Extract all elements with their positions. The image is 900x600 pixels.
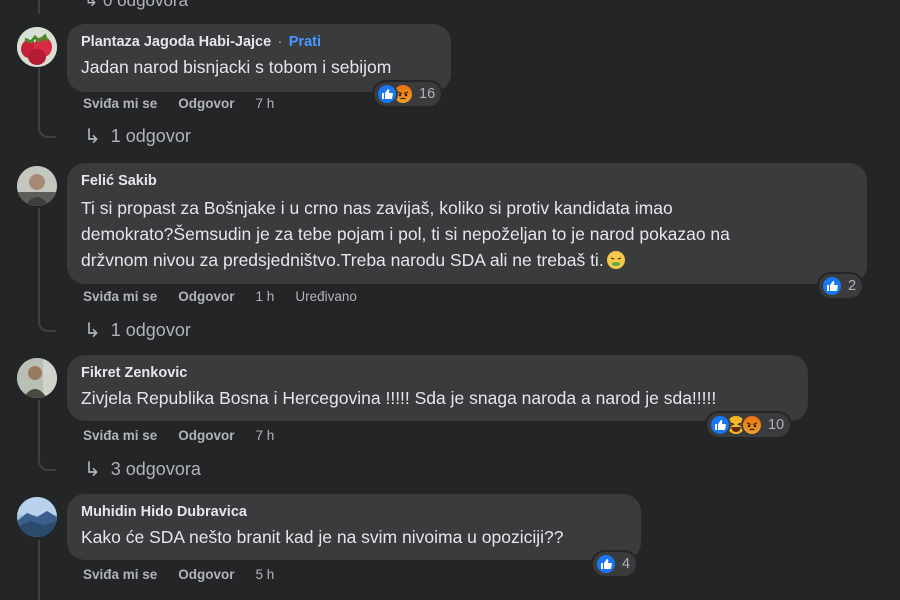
- replies-count: 1 odgovor: [110, 320, 191, 340]
- comment-bubble: Muhidin Hido Dubravica Kako će SDA nešto…: [67, 494, 641, 560]
- comment-actions: Sviđa mi se Odgovor 7 h: [83, 427, 295, 445]
- like-reaction-icon: [376, 83, 398, 105]
- reaction-summary[interactable]: 16: [374, 82, 442, 106]
- comment-text: Kako će SDA nešto branit kad je na svim …: [81, 527, 564, 547]
- person-avatar-icon: [17, 166, 57, 206]
- reaction-summary[interactable]: 10: [707, 413, 791, 437]
- thread-line: [38, 208, 40, 318]
- like-button[interactable]: Sviđa mi se: [83, 95, 157, 113]
- angry-reaction-icon: [741, 414, 763, 436]
- reaction-count: 16: [419, 86, 436, 102]
- reaction-count: 2: [848, 278, 857, 294]
- reply-button[interactable]: Odgovor: [178, 566, 234, 584]
- comment-text: Jadan narod bisnjacki s tobom i sebijom: [81, 57, 392, 77]
- comment-text-line: demokrato?Šemsudin je za tebe pojam i po…: [81, 224, 730, 244]
- comment-text: Zivjela Republika Bosna i Hercegovina !!…: [81, 388, 717, 408]
- separator-dot: ·: [277, 33, 283, 49]
- sick-face-emoji-icon: [606, 251, 625, 269]
- reaction-count: 4: [622, 556, 631, 572]
- thread-line: [38, 540, 40, 600]
- like-reaction-icon: [709, 414, 731, 436]
- comment-author[interactable]: Plantaza Jagoda Habi-Jajce: [81, 34, 271, 50]
- thread-line: [38, 68, 40, 124]
- like-button[interactable]: Sviđa mi se: [83, 427, 157, 445]
- reply-button[interactable]: Odgovor: [178, 95, 234, 113]
- view-replies-link[interactable]: ↳ 1 odgovor: [84, 124, 191, 149]
- reply-arrow-icon: ↳: [84, 459, 101, 481]
- reply-button[interactable]: Odgovor: [178, 288, 234, 306]
- comment-text-line: držvnom nivou za predsjedništvo.Treba na…: [81, 250, 604, 270]
- comment-author[interactable]: Muhidin Hido Dubravica: [81, 504, 247, 520]
- landscape-avatar-icon: [17, 497, 57, 537]
- timestamp[interactable]: 7 h: [256, 427, 275, 445]
- replies-count: 1 odgovor: [110, 126, 191, 146]
- comment-text-line: Ti si propast za Bošnjake i u crno nas z…: [81, 198, 673, 218]
- comment-bubble: Felić Sakib Ti si propast za Bošnjake i …: [67, 163, 867, 284]
- reaction-summary[interactable]: 2: [819, 274, 863, 298]
- reply-arrow-icon: ↳: [84, 126, 101, 148]
- reaction-count: 10: [768, 417, 785, 433]
- reply-arrow-icon: ↳: [84, 320, 101, 342]
- avatar[interactable]: [17, 497, 57, 537]
- thread-connector: [38, 318, 56, 332]
- previous-replies-link[interactable]: ↳ 0 odgovora: [84, 0, 188, 11]
- like-reaction-icon: [821, 275, 843, 297]
- comment-bubble: Fikret Zenkovic Zivjela Republika Bosna …: [67, 355, 808, 421]
- timestamp[interactable]: 1 h: [256, 288, 275, 306]
- edited-label[interactable]: Uređivano: [295, 288, 357, 306]
- timestamp[interactable]: 5 h: [256, 566, 275, 584]
- reaction-summary[interactable]: 4: [593, 552, 637, 576]
- comment-author[interactable]: Fikret Zenkovic: [81, 365, 187, 381]
- comment-actions: Sviđa mi se Odgovor 5 h: [83, 566, 295, 584]
- like-reaction-icon: [595, 553, 617, 575]
- view-replies-link[interactable]: ↳ 1 odgovor: [84, 318, 191, 343]
- replies-count: 3 odgovora: [110, 459, 201, 479]
- comment-actions: Sviđa mi se Odgovor 7 h: [83, 95, 295, 113]
- person-avatar-icon: [17, 358, 57, 398]
- comment-actions: Sviđa mi se Odgovor 1 h Uređivano: [83, 288, 378, 306]
- thread-line: [38, 400, 40, 457]
- strawberry-avatar-icon: [17, 27, 57, 67]
- like-button[interactable]: Sviđa mi se: [83, 566, 157, 584]
- follow-button[interactable]: Prati: [289, 34, 321, 50]
- timestamp[interactable]: 7 h: [256, 95, 275, 113]
- reply-arrow-icon: ↳: [84, 0, 99, 10]
- avatar[interactable]: [17, 358, 57, 398]
- avatar[interactable]: [17, 166, 57, 206]
- previous-replies-label: 0 odgovora: [102, 0, 189, 10]
- like-button[interactable]: Sviđa mi se: [83, 288, 157, 306]
- thread-line: [38, 0, 40, 14]
- comment-author[interactable]: Felić Sakib: [81, 173, 157, 189]
- view-replies-link[interactable]: ↳ 3 odgovora: [84, 457, 201, 482]
- reply-button[interactable]: Odgovor: [178, 427, 234, 445]
- avatar[interactable]: [17, 27, 57, 67]
- thread-connector: [38, 457, 56, 471]
- thread-connector: [38, 124, 56, 138]
